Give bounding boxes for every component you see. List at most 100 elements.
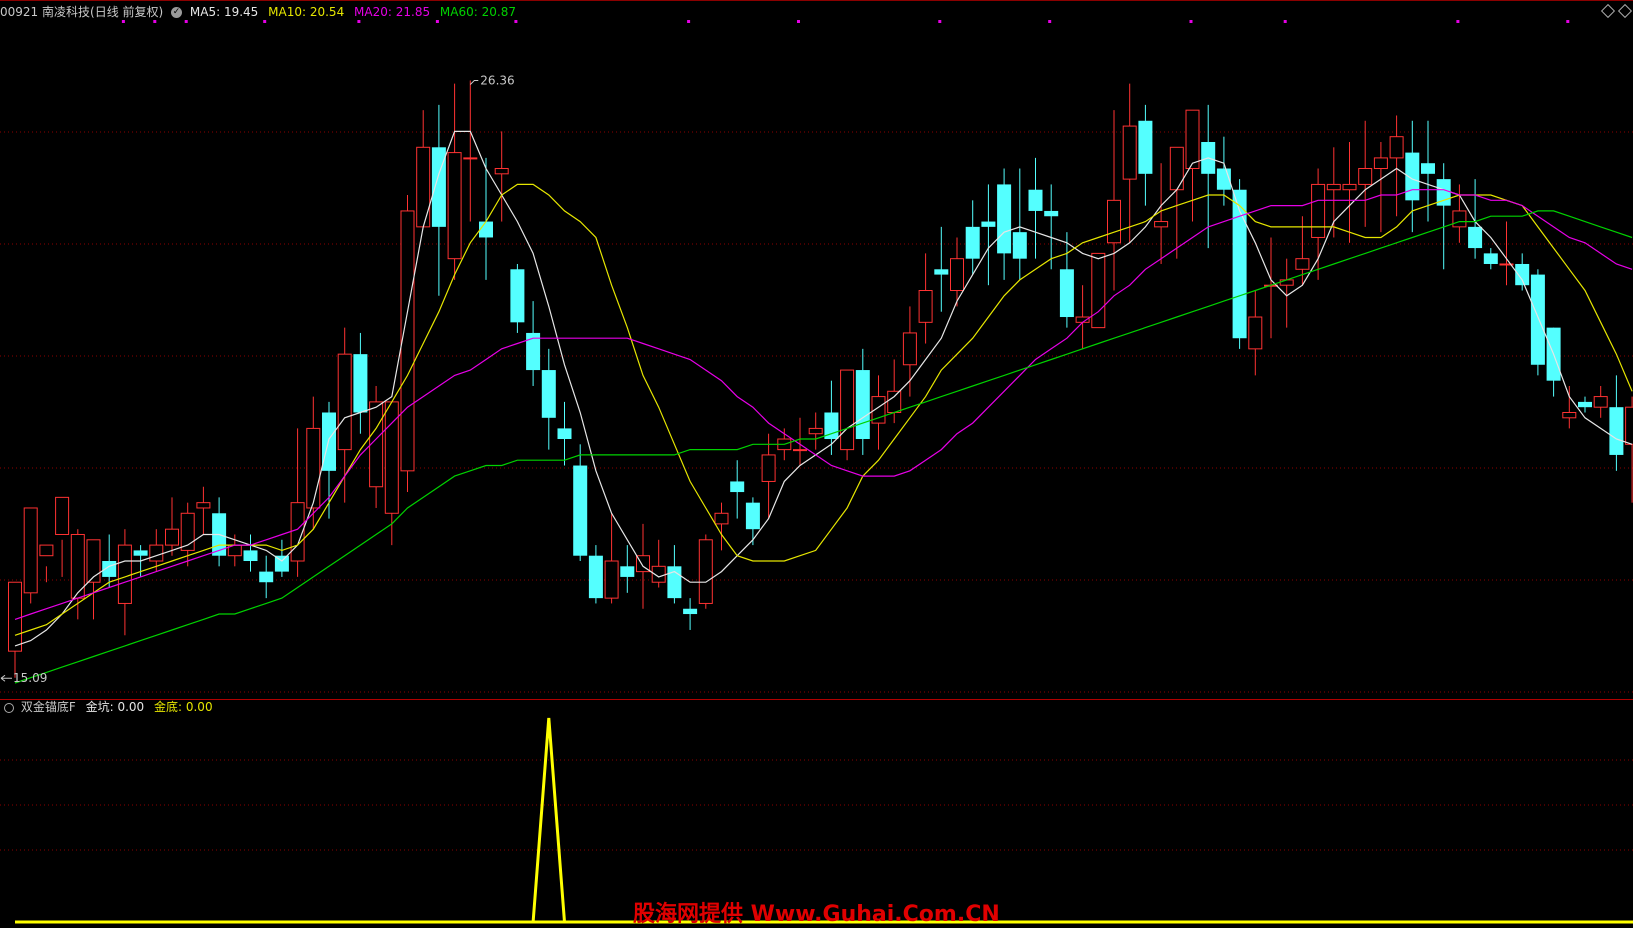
chart-canvas[interactable]: 26.36 15.09	[0, 0, 1633, 926]
candle-body	[447, 152, 462, 260]
candle-body	[745, 502, 760, 530]
candle-body	[39, 544, 54, 557]
main-chart-header: 00921 南凌科技(日线 前复权) ✓ MA5: 19.45 MA10: 20…	[0, 5, 516, 19]
candle-body	[793, 449, 807, 452]
candle-body	[1358, 168, 1373, 185]
ma10-value: 20.54	[309, 5, 345, 19]
candle-body	[808, 427, 823, 435]
candle-body	[604, 560, 619, 599]
ma60-label: MA60:	[439, 5, 478, 19]
candle-body	[1609, 407, 1624, 455]
ma60-value: 20.87	[481, 5, 516, 19]
candle-body	[510, 269, 525, 323]
candle-body	[400, 210, 415, 472]
indicator-header: 双金锚底F 金坑: 0.00 金底: 0.00	[4, 700, 213, 714]
candle-body	[1342, 183, 1357, 191]
candle-body	[840, 369, 855, 451]
candle-body	[934, 269, 949, 275]
signal-dot	[357, 20, 361, 23]
signal-dot	[797, 20, 800, 23]
candle-body	[1028, 189, 1043, 211]
signal-dot	[1566, 20, 1570, 23]
candle-body	[196, 502, 211, 509]
jindi-value: 0.00	[185, 700, 213, 714]
stock-name[interactable]: 南凌科技	[42, 5, 90, 19]
candle-body	[1185, 109, 1200, 170]
candle-body	[1483, 253, 1498, 264]
stock-code[interactable]: 00921	[0, 5, 38, 19]
candle-body	[1578, 401, 1592, 408]
candle-body	[86, 539, 101, 583]
candle-body	[981, 221, 996, 227]
signal-dot	[121, 20, 125, 23]
signal-dot	[263, 20, 267, 23]
candle-body	[1562, 411, 1577, 419]
indicator-name[interactable]: 双金锚底F	[21, 700, 76, 714]
jinkeng-label: 金坑:	[85, 700, 114, 714]
signal-dot	[1048, 20, 1052, 23]
candle-body	[1169, 146, 1184, 191]
signal-dot	[1283, 20, 1287, 23]
signal-dot	[687, 20, 691, 23]
candle-body	[1326, 183, 1341, 191]
candle-body	[1468, 226, 1483, 249]
candle-body	[165, 528, 179, 546]
ma5-label: MA5:	[189, 5, 221, 19]
ma-line-ma60	[14, 210, 1633, 684]
ma5-value: 19.45	[223, 5, 259, 19]
candle-body	[714, 512, 729, 525]
candle-body	[494, 168, 509, 175]
candle-body	[1373, 157, 1388, 170]
candle-body	[1530, 274, 1545, 365]
candle-body	[1279, 279, 1294, 286]
candle-body	[950, 258, 964, 292]
candle-body	[1138, 120, 1153, 174]
indicator-toggle-icon[interactable]	[4, 702, 14, 713]
candle-body	[1295, 258, 1310, 270]
candle-body	[902, 332, 917, 366]
candle-body	[55, 496, 70, 535]
candle-body	[337, 353, 352, 451]
candle-body	[1389, 136, 1404, 159]
candle-body	[1059, 269, 1074, 318]
candle-body	[1107, 199, 1121, 244]
check-icon[interactable]: ✓	[171, 7, 183, 18]
watermark: 股海网提供 Www.Guhai.Com.CN	[633, 902, 1000, 927]
candle-body	[918, 290, 933, 323]
candle-body	[698, 539, 713, 604]
candle-body	[133, 550, 148, 556]
ma20-value: 21.85	[395, 5, 431, 19]
high-marker-arrow	[469, 79, 479, 85]
indicator-line-jinkeng	[15, 717, 1633, 924]
candle-body	[1091, 252, 1106, 329]
candle-body	[1421, 163, 1435, 174]
candle-body	[416, 146, 431, 228]
candle-body	[117, 544, 132, 604]
candle-body	[1248, 316, 1263, 350]
signal-dot	[435, 20, 439, 23]
candle-body	[1154, 221, 1169, 228]
candle-body	[353, 354, 368, 413]
ma10-label: MA10:	[268, 5, 307, 19]
candle-body	[1044, 210, 1059, 217]
signal-dot	[184, 20, 188, 23]
jindi-label: 金底:	[153, 700, 183, 714]
low-price-label: 15.09	[13, 671, 47, 685]
signal-dot	[938, 20, 942, 23]
ma-line-ma5	[14, 130, 1633, 647]
candle-body	[620, 566, 635, 577]
signal-dot	[1189, 20, 1193, 23]
candle-body	[730, 481, 745, 493]
signal-dot	[1456, 20, 1460, 23]
candle-body	[887, 390, 902, 413]
candle-body	[1012, 232, 1027, 259]
ma20-label: MA20:	[354, 5, 392, 19]
candle-body	[1515, 263, 1530, 286]
candle-body	[243, 550, 258, 562]
candle-body	[1625, 406, 1633, 445]
candle-body	[463, 157, 478, 160]
ma-line-ma20	[14, 189, 1633, 620]
candle-body	[322, 412, 336, 471]
period-label[interactable]: (日线 前复权)	[90, 5, 163, 19]
candle-body	[1311, 183, 1326, 238]
